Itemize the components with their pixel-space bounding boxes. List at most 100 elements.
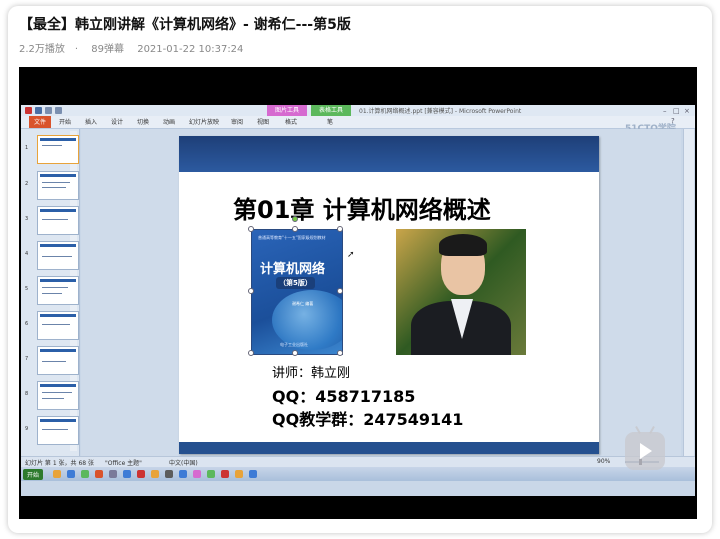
thumb-line [42,392,72,393]
ribbon-tabs: 文件 开始 插入 设计 切换 动画 幻灯片放映 审阅 视图 格式 笔 ? [21,116,695,129]
app-icon[interactable] [179,470,187,478]
tab-format[interactable]: 格式 [285,117,297,126]
start-button[interactable]: 开始 [23,469,44,480]
zoom-level: 90% [597,458,611,465]
thumb-header [40,419,76,422]
lecturer-photo[interactable] [396,229,526,355]
ppt-taskbar-icon[interactable] [95,470,103,478]
tab-review[interactable]: 审阅 [231,117,243,126]
qq-group-text: QQ教学群：247549141 [272,410,464,429]
danmaku-count: 89弹幕 [91,44,125,55]
current-slide[interactable]: 第01章 计算机网络概述 普通高等教育"十一五"国家级规划教材 计算机网络 （第… [179,136,599,454]
book-author: 谢希仁 编著 [292,301,314,306]
app-icon[interactable] [81,470,89,478]
thumb-number: 6 [25,321,29,327]
ie-icon[interactable] [67,470,75,478]
language: 中文(中国) [169,460,198,467]
thumb-number: 2 [25,181,29,187]
maximize-icon[interactable]: □ [673,107,680,115]
tab-slideshow[interactable]: 幻灯片放映 [189,117,219,126]
publish-date: 2021-01-22 10:37:24 [137,44,244,55]
tab-design[interactable]: 设计 [111,117,123,126]
book-cover-image[interactable]: 普通高等教育"十一五"国家级规划教材 计算机网络 （第5版） 谢希仁 编著 电子… [251,229,343,355]
resize-handle[interactable] [292,226,298,232]
thumb-number: 5 [25,286,29,292]
undo-icon[interactable] [45,107,52,114]
app-icon[interactable] [193,470,201,478]
thumb-line [42,182,70,183]
app-icon[interactable] [123,470,131,478]
globe-graphic [272,290,342,350]
slide-thumbnail-5[interactable] [37,276,79,305]
close-icon[interactable]: × [684,107,690,115]
app-icon[interactable] [151,470,159,478]
app-icon[interactable] [207,470,215,478]
slide-thumbnail-7[interactable] [37,346,79,375]
thumb-number: 1 [25,145,29,151]
thumb-header [40,279,76,282]
video-player[interactable]: 图片工具 表格工具 01.计算机网络概述.ppt [兼容模式] - Micros… [19,67,697,519]
tab-file[interactable]: 文件 [29,116,52,128]
resize-handle[interactable] [292,350,298,356]
slide-thumbnail-6[interactable] [37,311,79,340]
tab-home[interactable]: 开始 [59,117,71,126]
explorer-icon[interactable] [53,470,61,478]
video-title[interactable]: 【最全】韩立刚讲解《计算机网络》- 谢希仁---第5版 [19,14,351,34]
slide-footer-band [179,442,599,454]
resize-handle[interactable] [337,350,343,356]
app-icon[interactable] [165,470,173,478]
thumb-header [40,349,76,352]
app-icon[interactable] [221,470,229,478]
vertical-scrollbar[interactable] [683,129,694,456]
app-icon[interactable] [235,470,243,478]
slide-thumbnail-4[interactable] [37,241,79,270]
thumb-header [40,174,76,177]
ppt-app-icon [25,107,32,114]
thumb-number: 8 [25,391,29,397]
table-tools-tab[interactable]: 表格工具 [311,105,351,116]
book-edition: （第5版） [276,277,315,289]
lecturer-name: 讲师：韩立刚 [272,366,351,381]
thumb-number: 4 [25,251,29,257]
resize-handle[interactable] [248,350,254,356]
minimize-icon[interactable]: – [663,107,667,115]
tab-pen[interactable]: 笔 [327,117,333,126]
thumb-line [42,145,62,146]
windows-taskbar: 开始 [21,467,695,481]
app-icon[interactable] [249,470,257,478]
rotate-handle[interactable] [292,216,298,222]
thumb-line [42,293,62,294]
thumb-number: 7 [25,356,29,362]
resize-handle[interactable] [337,226,343,232]
book-publisher: 电子工业出版社 [280,342,308,347]
qq-number-text: QQ：458717185 [272,387,416,406]
mouse-cursor-icon: ➚ [347,250,355,260]
thumb-line [42,219,68,220]
save-icon[interactable] [35,107,42,114]
slide-heading: 第01章 计算机网络概述 [233,196,491,224]
redo-icon[interactable] [55,107,62,114]
thumb-line [42,361,66,362]
slide-thumbnail-9[interactable] [37,416,79,445]
tab-view[interactable]: 视图 [257,117,269,126]
resize-handle[interactable] [337,288,343,294]
resize-handle[interactable] [248,288,254,294]
slide-thumbnail-1[interactable] [37,135,79,164]
tab-insert[interactable]: 插入 [85,117,97,126]
app-icon[interactable] [137,470,145,478]
thumb-number: 3 [25,216,29,222]
picture-tools-tab[interactable]: 图片工具 [267,105,307,116]
video-meta: 2.2万播放 · 89弹幕 2021-01-22 10:37:24 [19,40,253,55]
slide-thumbnail-8[interactable] [37,381,79,410]
tab-animations[interactable]: 动画 [163,117,175,126]
thumb-line [42,256,72,257]
app-icon[interactable] [109,470,117,478]
tab-transitions[interactable]: 切换 [137,117,149,126]
slide-thumbnail-2[interactable] [37,171,79,200]
resize-handle[interactable] [248,226,254,232]
thumb-number: 9 [25,426,29,432]
slide-thumbnail-3[interactable] [37,206,79,235]
thumb-header [40,138,76,141]
thumb-line [42,398,64,399]
thumb-header [40,314,76,317]
